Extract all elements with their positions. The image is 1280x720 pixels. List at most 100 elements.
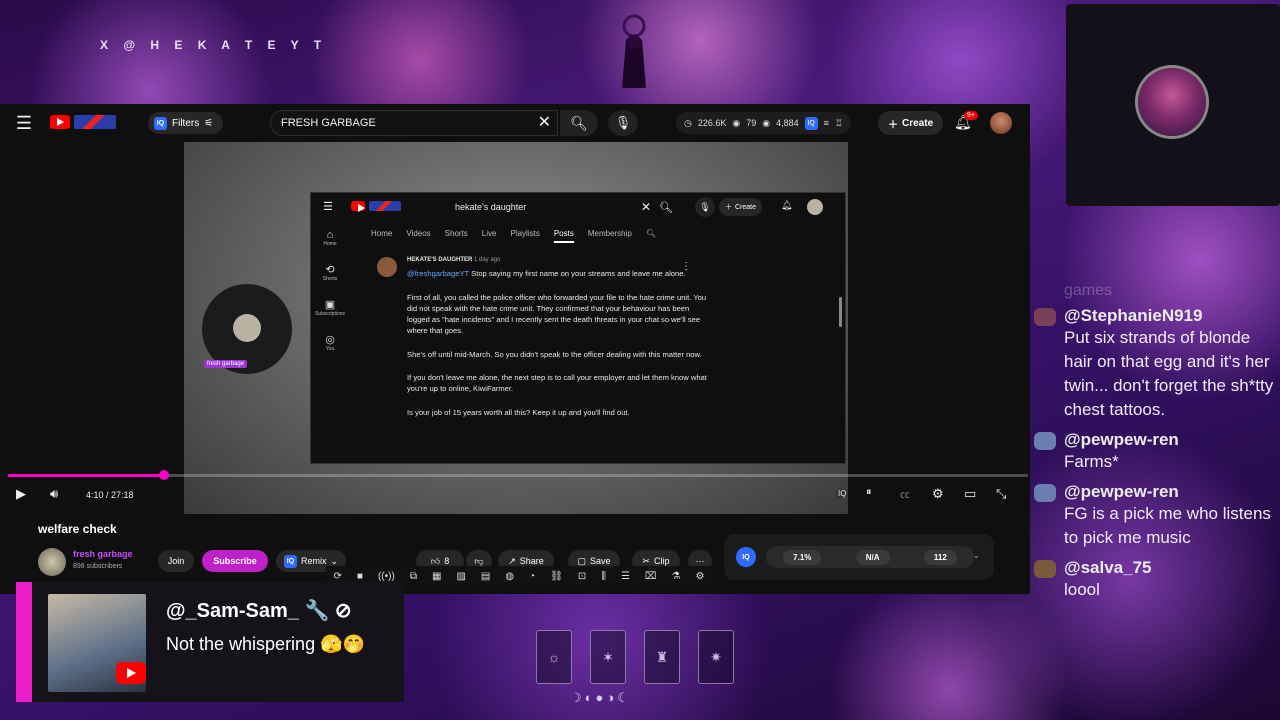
iq-icon[interactable]: IQ bbox=[804, 116, 818, 130]
pause-circle-icon[interactable]: ⏸ bbox=[866, 486, 872, 499]
fullscreen-icon[interactable]: ⤡ bbox=[996, 486, 1006, 502]
screenshot-icon[interactable]: ⌧ bbox=[645, 571, 657, 582]
iq-icon: IQ bbox=[154, 116, 167, 130]
chevron-down-icon[interactable]: ⌄ bbox=[972, 550, 980, 561]
play-icon[interactable]: ▶ bbox=[16, 486, 26, 502]
iq-stat-3: 112 bbox=[923, 549, 957, 565]
subscriber-count: 898 subscribers bbox=[73, 563, 123, 570]
list-icon[interactable]: ≡ bbox=[824, 118, 829, 128]
moon-phases-icon: ☽◐●◑☾ bbox=[570, 690, 632, 705]
search-input[interactable]: FRESH GARBAGE ✕ bbox=[270, 110, 558, 136]
account-avatar[interactable] bbox=[990, 112, 1012, 134]
post-header: HEKATE'S DAUGHTER 1 day ago bbox=[407, 255, 707, 266]
speed-icon[interactable]: ◔ bbox=[529, 571, 535, 582]
volume-icon[interactable]: 🔊︎ bbox=[50, 486, 58, 502]
inner-sidebar-label: Shorts bbox=[322, 276, 338, 282]
post-line-1: Stop saying my first name on your stream… bbox=[471, 269, 686, 279]
inner-sidebar-you: ◎ You bbox=[315, 333, 345, 352]
broadcast-icon[interactable]: ((•)) bbox=[378, 571, 395, 582]
video-title: welfare check bbox=[38, 522, 117, 536]
chat-username: @pewpew-ren bbox=[1064, 482, 1179, 501]
create-label: Create bbox=[902, 117, 934, 129]
theater-mode-icon[interactable]: ▭ bbox=[964, 486, 976, 502]
webcam-overlay bbox=[1066, 4, 1280, 206]
save-icon: ▢ bbox=[577, 555, 586, 566]
create-button[interactable]: ＋ Create bbox=[878, 111, 944, 135]
inner-create-label: Create bbox=[735, 203, 757, 211]
iq-logo[interactable]: IQ bbox=[736, 547, 756, 567]
youtube-logo[interactable] bbox=[50, 115, 70, 129]
channel-name[interactable]: fresh garbage bbox=[73, 549, 133, 559]
chat-username: @pewpew-ren bbox=[1064, 430, 1179, 449]
inner-avatar bbox=[807, 199, 823, 215]
bell-icon: 🔔︎ bbox=[781, 200, 793, 210]
post-mention: @freshgarbageYT bbox=[407, 269, 470, 279]
thumbs-down-icon: 👎︎ bbox=[474, 555, 484, 566]
captions-icon[interactable]: ㏄ bbox=[900, 486, 910, 501]
chat-username: @StephanieN919 bbox=[1064, 306, 1203, 325]
stat-views: 226.6K bbox=[697, 118, 727, 128]
youtube-topbar: ☰ IQ Filters ⚟ FRESH GARBAGE ✕ 🔍︎ 🎙︎ ◷ 22… bbox=[0, 104, 1030, 142]
calendar-icon[interactable]: ▦ bbox=[432, 571, 441, 582]
post-paragraph-1: @freshgarbageYT Stop saying my first nam… bbox=[407, 268, 707, 279]
progress-fill bbox=[8, 474, 165, 477]
menu-icon: ☰ bbox=[323, 201, 333, 213]
popup-message: Not the whispering 🫣🤭 bbox=[166, 634, 365, 654]
tarot-cards: ☼ ✶ ♜ ✷ bbox=[536, 630, 734, 684]
inner-scrollbar bbox=[839, 297, 842, 327]
time-display: 4:10 / 27:18 bbox=[86, 490, 134, 500]
link-icon[interactable]: ⛓ bbox=[550, 571, 563, 582]
inner-tab-shorts: Shorts bbox=[444, 229, 468, 238]
filters-label: Filters bbox=[172, 117, 200, 129]
columns-icon[interactable]: ⫼ bbox=[601, 571, 606, 582]
inner-tab-membership: Membership bbox=[587, 229, 632, 238]
filters-button[interactable]: IQ Filters ⚟ bbox=[148, 112, 224, 134]
palette-icon[interactable]: ◍ bbox=[505, 571, 514, 582]
youtube-logo bbox=[351, 201, 365, 212]
notification-badge: 9+ bbox=[964, 111, 978, 120]
inner-sidebar-label: Home bbox=[323, 241, 337, 247]
plus-icon: ＋ bbox=[725, 204, 732, 211]
hekate-emblem-icon bbox=[622, 14, 646, 88]
rows-icon[interactable]: ☰ bbox=[621, 571, 630, 582]
grid-icon[interactable]: ▤ bbox=[481, 571, 490, 582]
microphone-icon[interactable]: 🎙︎ bbox=[608, 110, 638, 136]
channel-avatar[interactable] bbox=[38, 548, 66, 576]
like-count: 8 bbox=[444, 556, 450, 566]
search-value: FRESH GARBAGE bbox=[281, 117, 376, 129]
popup-username: @_Sam-Sam_ 🔧 ⊘ bbox=[166, 600, 352, 622]
camera-icon[interactable]: ⧉ bbox=[410, 571, 417, 582]
inner-search-input: hekate's daughter ✕ bbox=[449, 198, 655, 216]
stop-icon[interactable]: ■ bbox=[357, 571, 363, 582]
iq-icon[interactable]: IQ bbox=[836, 489, 849, 498]
settings-gear-icon[interactable]: ⚙ bbox=[932, 486, 944, 502]
clear-search-icon[interactable]: ✕ bbox=[538, 111, 551, 135]
menu-icon[interactable]: ☰ bbox=[14, 113, 34, 133]
inner-topbar: ☰ hekate's daughter ✕ 🔍︎ 🎙︎ ＋ Create 🔔︎ bbox=[311, 193, 845, 221]
progress-scrubber[interactable] bbox=[159, 470, 170, 480]
subscribe-button[interactable]: Subscribe bbox=[202, 550, 268, 572]
loop-icon[interactable]: ⟳ bbox=[334, 571, 342, 582]
subscriptions-icon: ▣ bbox=[324, 299, 336, 311]
settings-gear-icon[interactable]: ⚙ bbox=[695, 571, 704, 582]
post-paragraph-5: Is your job of 15 years worth all this? … bbox=[407, 407, 630, 417]
video-channel-tag: fresh garbage bbox=[204, 360, 248, 368]
video-player[interactable]: fresh garbage ☰ hekate's daughter ✕ 🔍︎ 🎙… bbox=[184, 142, 848, 514]
post-paragraph-4: If you don't leave me alone, the next st… bbox=[407, 373, 707, 394]
community-post: HEKATE'S DAUGHTER 1 day ago @freshgarbag… bbox=[407, 255, 707, 430]
search-button[interactable]: 🔍︎ bbox=[560, 110, 598, 136]
progress-bar[interactable] bbox=[8, 470, 1028, 480]
search-icon: 🔍︎ bbox=[659, 201, 673, 214]
clock-icon: ◷ bbox=[684, 117, 692, 128]
flag-logo bbox=[369, 201, 401, 211]
inner-tab-home: Home bbox=[371, 229, 393, 238]
clip-label: Clip bbox=[654, 556, 670, 566]
flask-icon[interactable]: ⚗ bbox=[671, 571, 680, 582]
join-button[interactable]: Join bbox=[158, 550, 194, 572]
award-icon[interactable]: ♖ bbox=[835, 118, 843, 129]
iq-stats-cells: 7.1% N/A 112 bbox=[766, 546, 974, 568]
home-icon: ⌂ bbox=[326, 229, 334, 241]
image-icon[interactable]: ▨ bbox=[456, 571, 465, 582]
player-controls: ▶ 🔊︎ 4:10 / 27:18 IQ ⏸ ㏄ ⚙ ▭ ⤡ bbox=[0, 484, 1030, 508]
captions-icon[interactable]: ⊡ bbox=[578, 571, 586, 582]
